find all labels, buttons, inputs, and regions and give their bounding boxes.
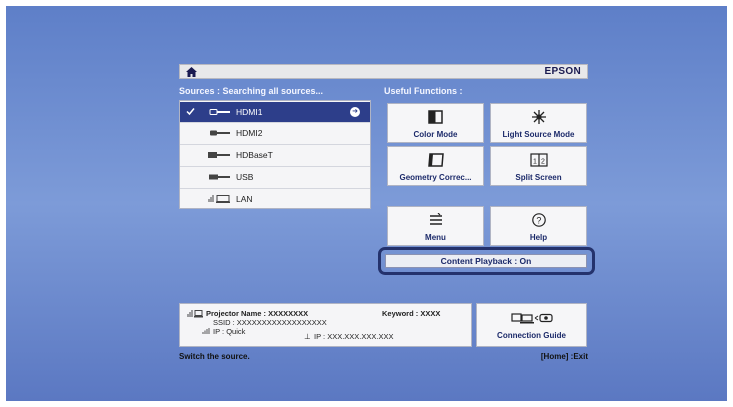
selected-arrow-icon: ➜	[350, 107, 360, 117]
wired-lan-icon: ⊥	[304, 332, 311, 341]
hdbaset-cable-icon	[208, 152, 230, 158]
network-icon	[187, 310, 203, 318]
keyword: Keyword : XXXX	[382, 309, 441, 318]
source-item-lan[interactable]: LAN	[180, 189, 370, 209]
check-icon	[186, 108, 195, 116]
color-mode-tile[interactable]: Color Mode	[387, 103, 484, 143]
tile-label: Color Mode	[413, 130, 458, 139]
ip-mode: IP : Quick	[213, 327, 246, 336]
functions-title: Useful Functions :	[384, 86, 463, 96]
geometry-correction-icon	[428, 153, 444, 167]
content-playback-button[interactable]: Content Playback : On	[385, 254, 587, 268]
menu-icon	[430, 213, 442, 225]
source-label: HDMI2	[236, 128, 263, 138]
source-item-hdmi1[interactable]: HDMI1 ➜	[180, 102, 370, 122]
tile-label: Help	[529, 233, 548, 242]
header-bar: EPSON	[179, 64, 588, 79]
home-icon[interactable]	[186, 67, 197, 77]
sources-title: Sources : Searching all sources...	[179, 86, 324, 96]
projector-name: Projector Name : XXXXXXXX	[206, 309, 309, 318]
tile-label: Light Source Mode	[502, 130, 575, 139]
footer-hint: Switch the source.	[179, 352, 250, 361]
connection-guide-icon	[511, 313, 553, 324]
svg-text:2: 2	[541, 159, 545, 166]
split-screen-tile[interactable]: 1 2 Split Screen	[490, 146, 587, 186]
tile-label: Menu	[425, 233, 446, 242]
brand-logo: EPSON	[544, 66, 581, 77]
sources-list: HDMI1 ➜ HDMI2 HDBaseT USB LAN	[179, 100, 371, 209]
geometry-correction-tile[interactable]: Geometry Correc...	[387, 146, 484, 186]
source-item-usb[interactable]: USB	[180, 167, 370, 187]
projector-info-panel: Projector Name : XXXXXXXX Keyword : XXXX…	[179, 303, 472, 347]
svg-text:?: ?	[536, 215, 541, 225]
source-label: HDMI1	[236, 107, 263, 117]
connection-guide-tile[interactable]: Connection Guide	[476, 303, 587, 347]
color-mode-icon	[428, 110, 443, 124]
source-label: LAN	[236, 194, 253, 204]
wifi-icon	[202, 328, 210, 334]
light-source-icon	[532, 110, 546, 124]
light-source-mode-tile[interactable]: Light Source Mode	[490, 103, 587, 143]
source-item-hdmi2[interactable]: HDMI2	[180, 123, 370, 143]
source-item-hdbaset[interactable]: HDBaseT	[180, 145, 370, 165]
projector-screen: EPSON Sources : Searching all sources...…	[6, 6, 727, 401]
tile-label: Geometry Correc...	[399, 173, 472, 182]
connection-guide-label: Connection Guide	[497, 331, 566, 340]
source-label: USB	[236, 172, 254, 182]
ip-address: IP : XXX.XXX.XXX.XXX	[314, 332, 394, 341]
menu-tile[interactable]: Menu	[387, 206, 484, 246]
hdmi-cable-icon	[209, 109, 230, 115]
help-tile[interactable]: ? Help	[490, 206, 587, 246]
svg-text:1: 1	[533, 159, 537, 166]
usb-cable-icon	[209, 174, 230, 180]
split-screen-icon: 1 2	[530, 153, 548, 167]
footer-exit-hint: [Home] :Exit	[540, 352, 588, 361]
tile-label: Split Screen	[515, 173, 562, 182]
help-icon: ?	[532, 213, 546, 227]
hdmi-cable-icon	[210, 130, 230, 136]
source-label: HDBaseT	[236, 150, 273, 160]
lan-icon	[208, 195, 230, 203]
ssid: SSID : XXXXXXXXXXXXXXXXXX	[213, 318, 327, 327]
